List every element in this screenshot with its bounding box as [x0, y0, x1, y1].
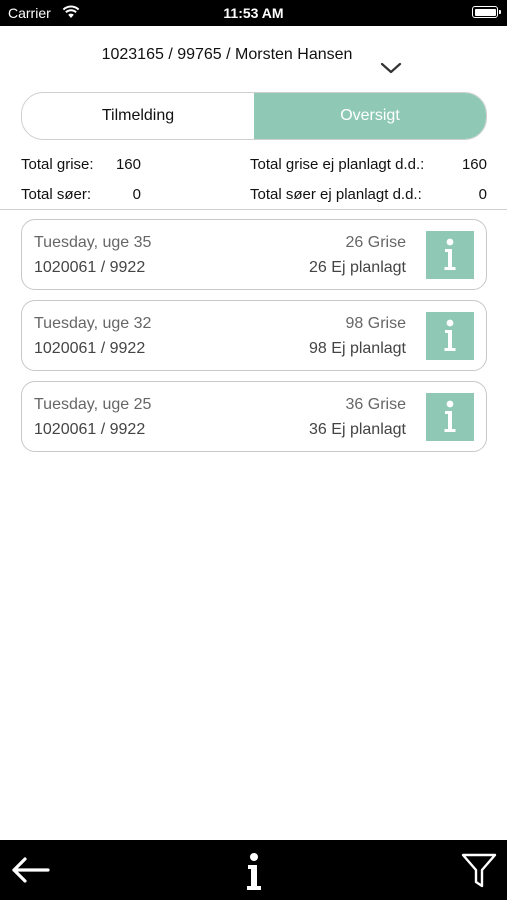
total-soer-value: 0 — [132, 186, 141, 203]
arrow-left-icon[interactable] — [8, 854, 52, 886]
tab-oversigt[interactable]: Oversigt — [254, 93, 486, 139]
status-bar: Carrier 11:53 AM — [0, 0, 507, 26]
divider — [0, 209, 507, 210]
battery-icon — [472, 6, 501, 18]
entry-ids: 1020061 / 9922 — [34, 340, 146, 357]
list-item[interactable]: Tuesday, uge 35 1020061 / 9922 26 Grise … — [21, 219, 487, 290]
total-grise-label: Total grise: — [21, 156, 94, 173]
view-switcher: Tilmelding Oversigt — [21, 92, 487, 140]
info-icon[interactable] — [426, 393, 474, 441]
entry-count: 98 Grise — [345, 315, 406, 332]
entry-date: Tuesday, uge 35 — [34, 234, 152, 251]
info-icon[interactable] — [240, 852, 268, 892]
totals-summary: Total grise: 160 Total grise ej planlagt… — [21, 156, 487, 216]
tab-tilmelding[interactable]: Tilmelding — [22, 93, 254, 139]
total-grise-unplanned-value: 160 — [461, 156, 487, 173]
bottom-toolbar — [0, 840, 507, 900]
entry-date: Tuesday, uge 25 — [34, 396, 152, 413]
entry-ids: 1020061 / 9922 — [34, 421, 146, 438]
total-soer-label: Total søer: — [21, 186, 92, 203]
info-icon[interactable] — [426, 231, 474, 279]
total-soer-unplanned-value: 0 — [478, 186, 487, 203]
filter-icon[interactable] — [461, 852, 497, 890]
entry-planned: 98 Ej planlagt — [309, 340, 406, 357]
entry-list: Tuesday, uge 35 1020061 / 9922 26 Grise … — [21, 219, 487, 462]
list-item[interactable]: Tuesday, uge 32 1020061 / 9922 98 Grise … — [21, 300, 487, 371]
clock: 11:53 AM — [223, 5, 284, 21]
entry-ids: 1020061 / 9922 — [34, 259, 146, 276]
list-item[interactable]: Tuesday, uge 25 1020061 / 9922 36 Grise … — [21, 381, 487, 452]
entry-count: 36 Grise — [345, 396, 406, 413]
entry-planned: 36 Ej planlagt — [309, 421, 406, 438]
chevron-down-icon[interactable] — [380, 60, 402, 76]
total-soer-unplanned-label: Total søer ej planlagt d.d.: — [250, 186, 422, 203]
total-grise-unplanned-label: Total grise ej planlagt d.d.: — [250, 156, 425, 173]
entry-planned: 26 Ej planlagt — [309, 259, 406, 276]
total-grise-value: 160 — [115, 156, 141, 173]
entry-count: 26 Grise — [345, 234, 406, 251]
info-icon[interactable] — [426, 312, 474, 360]
entry-date: Tuesday, uge 32 — [34, 315, 152, 332]
